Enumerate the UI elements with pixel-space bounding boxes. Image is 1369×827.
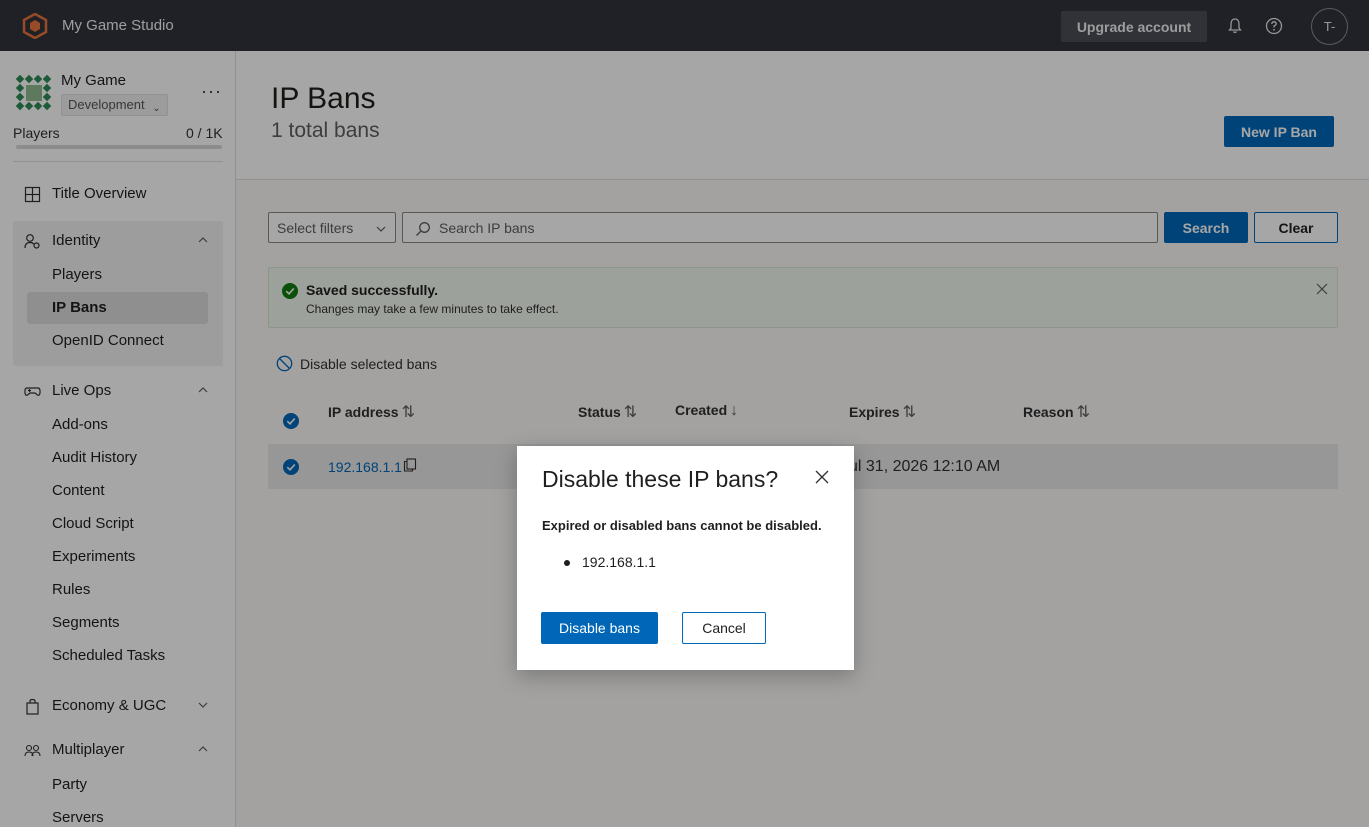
dialog-message: Expired or disabled bans cannot be disab… — [542, 518, 822, 533]
disable-bans-button[interactable]: Disable bans — [541, 612, 658, 644]
close-icon[interactable] — [815, 470, 829, 484]
dialog-list-ip: 192.168.1.1 — [582, 554, 656, 570]
disable-bans-dialog: Disable these IP bans? Expired or disabl… — [517, 446, 854, 670]
modal-overlay[interactable] — [0, 0, 1369, 827]
cancel-button[interactable]: Cancel — [682, 612, 766, 644]
dialog-title: Disable these IP bans? — [542, 466, 779, 492]
bullet-icon — [564, 560, 570, 566]
